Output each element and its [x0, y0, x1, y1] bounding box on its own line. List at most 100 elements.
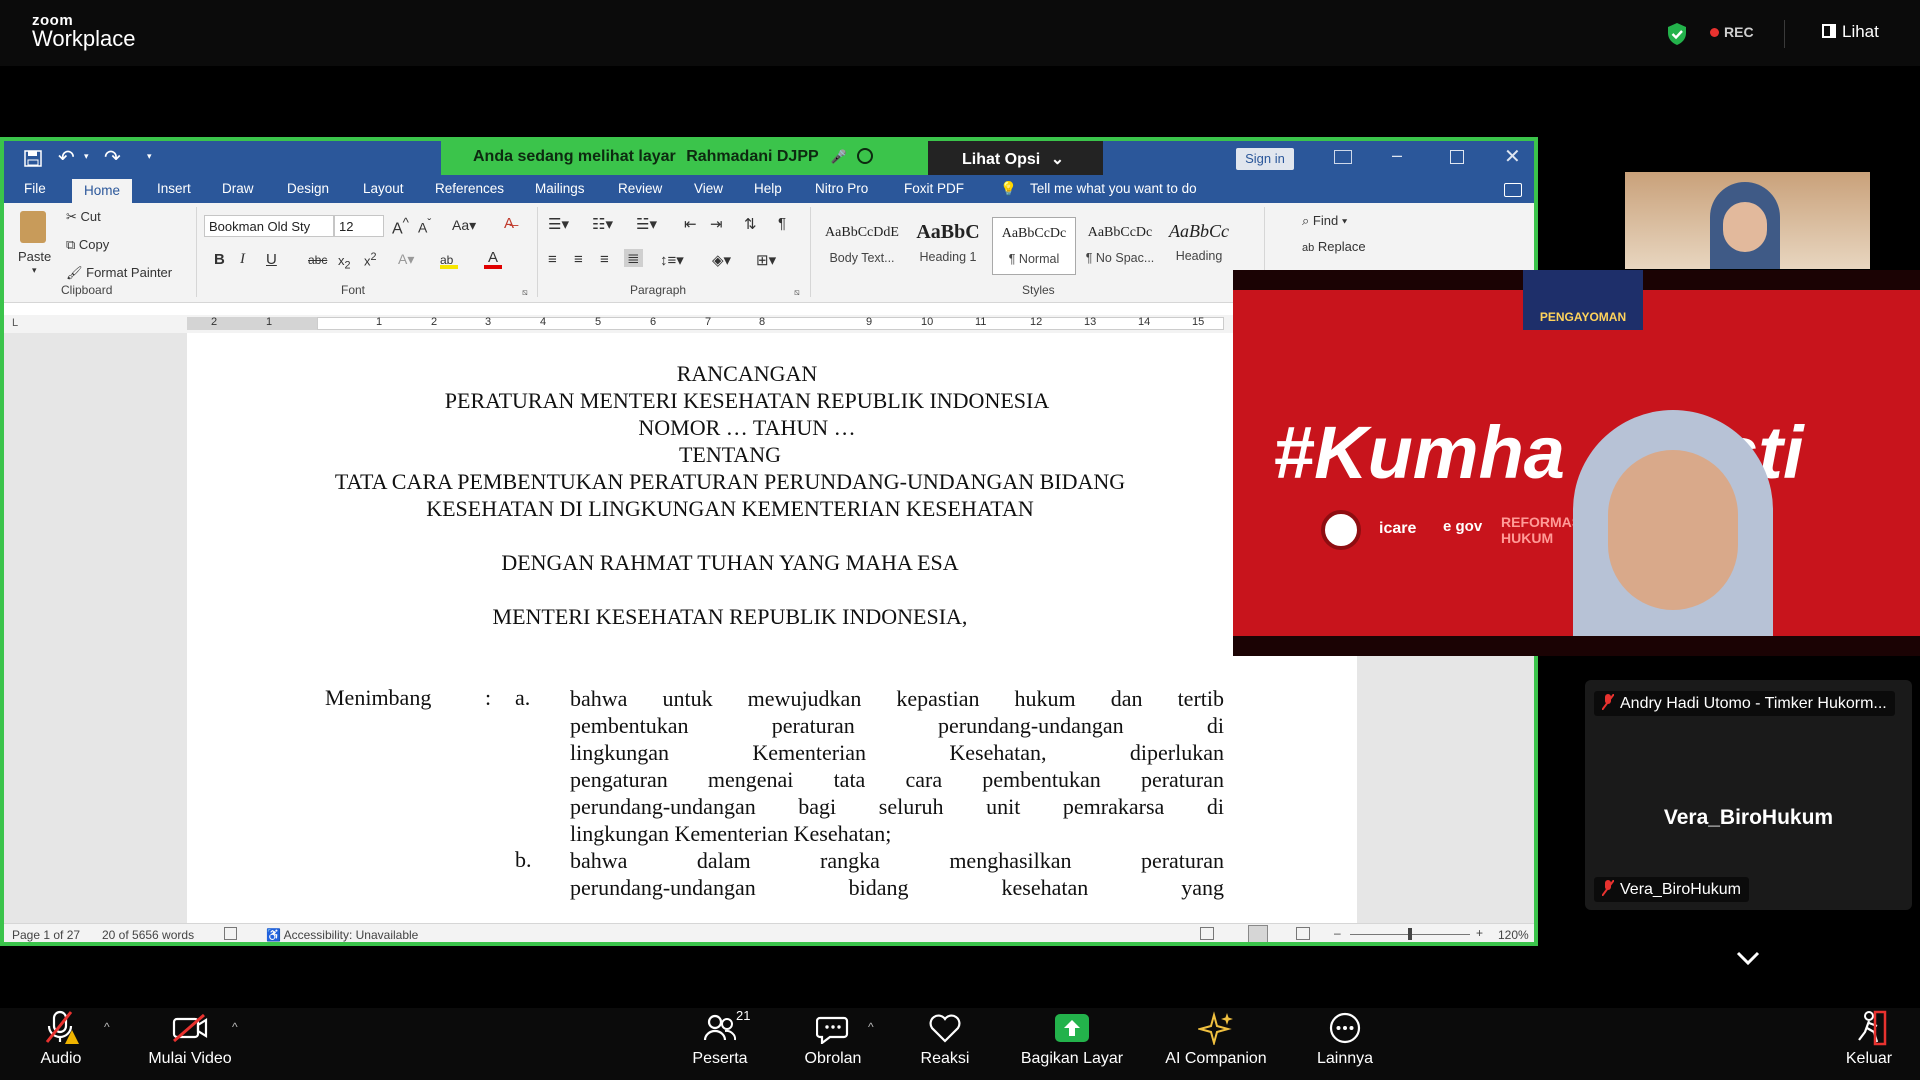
participants-button[interactable]: 21 Peserta — [686, 1008, 754, 1068]
zoom-percent[interactable]: 120% — [1498, 928, 1529, 942]
audio-options-chevron-icon[interactable]: ^ — [104, 1020, 110, 1034]
word-count[interactable]: 20 of 5656 words — [102, 928, 194, 942]
copy-button[interactable]: ⧉ Copy — [66, 237, 109, 253]
document-page[interactable]: RANCANGAN PERATURAN MENTERI KESEHATAN RE… — [187, 333, 1357, 923]
view-button[interactable]: Lihat — [1822, 22, 1879, 42]
comments-icon[interactable] — [1504, 183, 1522, 197]
ribbon-display-icon[interactable] — [1334, 150, 1352, 164]
active-speaker-video[interactable]: PENGAYOMAN #Kumha Pasti icare e gov REFO… — [1233, 270, 1920, 656]
shading-icon[interactable]: ◈▾ — [712, 251, 731, 269]
tab-design[interactable]: Design — [287, 181, 329, 196]
security-shield-icon[interactable] — [1666, 22, 1688, 46]
sort-icon[interactable]: ⇅ — [744, 215, 757, 233]
chat-options-chevron-icon[interactable]: ^ — [868, 1020, 874, 1034]
borders-icon[interactable]: ⊞▾ — [756, 251, 776, 269]
chat-button[interactable]: Obrolan — [800, 1010, 866, 1068]
format-painter-button[interactable]: 🖌 Format Painter — [66, 265, 172, 281]
recording-indicator[interactable]: REC — [1710, 24, 1754, 40]
participant-video-thumbnail[interactable] — [1625, 172, 1870, 269]
tab-home[interactable]: Home — [72, 179, 133, 205]
tab-draw[interactable]: Draw — [222, 181, 254, 196]
tab-selector-icon[interactable]: L — [12, 317, 18, 329]
bullets-icon[interactable]: ☰▾ — [548, 215, 569, 233]
tab-view[interactable]: View — [694, 181, 723, 196]
chevron-down-icon[interactable] — [1736, 950, 1760, 966]
leave-button[interactable]: Keluar — [1834, 1010, 1904, 1068]
web-layout-icon[interactable] — [1296, 927, 1310, 940]
superscript-icon[interactable]: x2 — [364, 251, 377, 268]
underline-icon[interactable]: U — [266, 251, 277, 268]
page-count[interactable]: Page 1 of 27 — [12, 928, 80, 942]
undo-dropdown-icon[interactable]: ▾ — [84, 151, 89, 162]
video-options-chevron-icon[interactable]: ^ — [232, 1020, 238, 1034]
change-case-icon[interactable]: Aa▾ — [452, 217, 476, 234]
style-heading[interactable]: AaBbCc Heading — [1164, 217, 1234, 275]
clear-formatting-icon[interactable]: A̶ — [504, 215, 514, 232]
accessibility-status[interactable]: ♿ Accessibility: Unavailable — [266, 928, 418, 942]
proofing-icon[interactable] — [224, 927, 237, 940]
tab-file[interactable]: File — [24, 181, 46, 196]
paragraph-dialog-launcher-icon[interactable]: ⧅ — [794, 287, 800, 298]
shrink-font-icon[interactable]: Aˇ — [418, 217, 431, 236]
tab-references[interactable]: References — [435, 181, 504, 196]
paste-icon[interactable] — [20, 211, 46, 243]
cut-button[interactable]: ✂ Cut — [66, 209, 101, 225]
ai-companion-button[interactable]: AI Companion — [1160, 1010, 1272, 1068]
font-dialog-launcher-icon[interactable]: ⧅ — [522, 287, 528, 298]
paste-button[interactable]: Paste — [18, 249, 51, 264]
style-no-spacing[interactable]: AaBbCcDc ¶ No Spac... — [1078, 217, 1162, 275]
close-icon[interactable]: ✕ — [1504, 144, 1521, 169]
justify-icon[interactable]: ≣ — [624, 249, 643, 267]
zoom-out-icon[interactable]: – — [1334, 926, 1341, 940]
tab-foxit-pdf[interactable]: Foxit PDF — [904, 181, 964, 196]
customize-qat-icon[interactable]: ▾ — [147, 151, 152, 162]
tab-help[interactable]: Help — [754, 181, 782, 196]
numbering-icon[interactable]: ☷▾ — [592, 215, 613, 233]
tab-insert[interactable]: Insert — [157, 181, 191, 196]
style-body-text[interactable]: AaBbCcDdE Body Text... — [820, 217, 904, 275]
paste-dropdown-icon[interactable]: ▾ — [32, 265, 37, 276]
zoom-slider-thumb[interactable] — [1408, 928, 1412, 940]
font-size-select[interactable]: 12 — [334, 215, 384, 237]
tell-me-search[interactable]: Tell me what you want to do — [1030, 181, 1197, 196]
more-button[interactable]: Lainnya — [1310, 1010, 1380, 1068]
subscript-icon[interactable]: x2 — [338, 253, 351, 272]
align-right-icon[interactable]: ≡ — [600, 251, 609, 268]
grow-font-icon[interactable]: A^ — [392, 215, 409, 238]
sign-in-button[interactable]: Sign in — [1236, 148, 1294, 170]
tab-mailings[interactable]: Mailings — [535, 181, 585, 196]
bold-icon[interactable]: B — [214, 251, 225, 268]
multilevel-list-icon[interactable]: ☱▾ — [636, 215, 657, 233]
style-normal[interactable]: AaBbCcDc ¶ Normal — [992, 217, 1076, 275]
undo-icon[interactable]: ↶ — [58, 145, 75, 170]
tab-nitro-pro[interactable]: Nitro Pro — [815, 181, 868, 196]
font-color-icon[interactable]: A — [484, 249, 502, 269]
text-effects-icon[interactable]: A▾ — [398, 251, 414, 268]
start-video-button[interactable]: Mulai Video — [140, 1010, 240, 1068]
tab-review[interactable]: Review — [618, 181, 662, 196]
font-name-select[interactable]: Bookman Old Sty — [204, 215, 334, 237]
italic-icon[interactable]: I — [240, 251, 245, 268]
highlight-icon[interactable]: ab — [440, 253, 458, 269]
reactions-button[interactable]: Reaksi — [910, 1010, 980, 1068]
tab-layout[interactable]: Layout — [363, 181, 404, 196]
align-center-icon[interactable]: ≡ — [574, 251, 583, 268]
find-button[interactable]: ⌕ Find ▾ — [1302, 213, 1347, 229]
share-screen-button[interactable]: Bagikan Layar — [1016, 1010, 1128, 1068]
strikethrough-icon[interactable]: abc — [308, 253, 327, 267]
style-heading-1[interactable]: AaBbC Heading 1 — [906, 217, 990, 275]
increase-indent-icon[interactable]: ⇥ — [710, 215, 723, 233]
zoom-in-icon[interactable]: + — [1476, 926, 1483, 940]
line-spacing-icon[interactable]: ↕≡▾ — [660, 251, 684, 269]
redo-icon[interactable]: ↷ — [104, 145, 121, 170]
replace-button[interactable]: ab Replace — [1302, 239, 1366, 254]
minimize-icon[interactable]: – — [1392, 145, 1402, 166]
maximize-icon[interactable] — [1450, 150, 1464, 164]
show-formatting-icon[interactable]: ¶ — [778, 215, 786, 232]
decrease-indent-icon[interactable]: ⇤ — [684, 215, 697, 233]
audio-button[interactable]: Audio — [30, 1010, 92, 1068]
align-left-icon[interactable]: ≡ — [548, 251, 557, 268]
view-options-button[interactable]: Lihat Opsi ⌄ — [928, 141, 1103, 177]
save-icon[interactable] — [24, 150, 42, 167]
read-mode-icon[interactable] — [1200, 927, 1214, 940]
